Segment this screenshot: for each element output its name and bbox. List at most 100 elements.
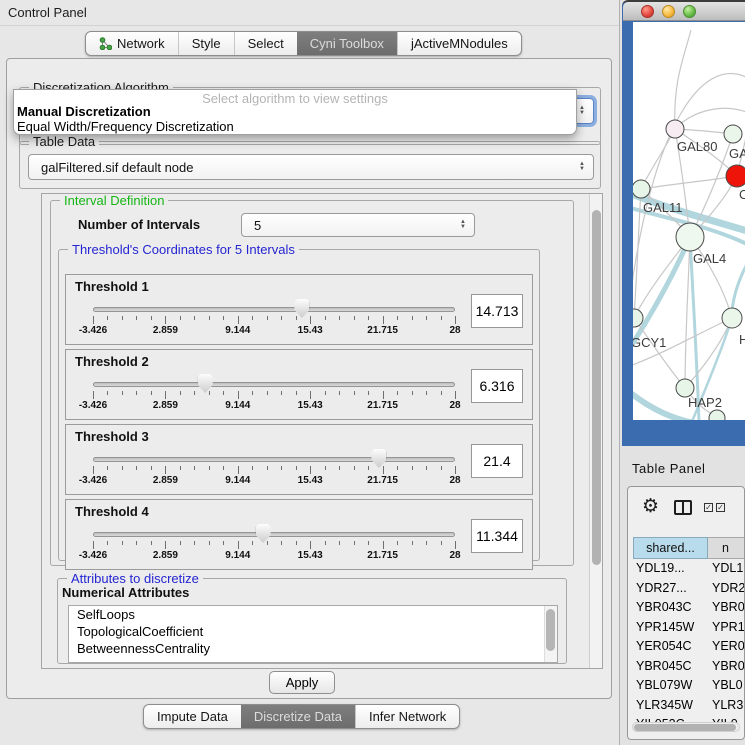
slider-ticks <box>93 541 455 550</box>
table-rows: YDL19...YDL1YDR27...YDR2YBR043CYBR0YPR14… <box>628 559 745 735</box>
popup-item[interactable]: Manual Discretization <box>17 104 151 119</box>
tab-network[interactable]: Network <box>86 32 178 55</box>
network-node-label: GA <box>729 146 745 161</box>
network-node-label: C <box>739 187 745 202</box>
table-row[interactable]: YBR043CYBR0 <box>628 598 745 618</box>
combo-stepper-icon: ▲▼ <box>460 220 466 230</box>
right-panel-area: GAL80GACGAL11GAL4GCY1HHAP2 Table Panel ⚙… <box>620 0 745 745</box>
table-row[interactable]: YDL19...YDL1 <box>628 559 745 579</box>
table-row[interactable]: YPR145WYPR1 <box>628 618 745 638</box>
table-data-combobox[interactable]: galFiltered.sif default node ▲▼ <box>28 154 594 180</box>
slider-tick-labels: -3.4262.8599.14415.4321.71528 <box>93 475 455 487</box>
threshold-value-field[interactable]: 6.316 <box>471 369 523 403</box>
thresholds-group: Threshold's Coordinates for 5 Intervals … <box>58 249 540 561</box>
vertical-scrollbar-thumb[interactable] <box>592 210 601 565</box>
control-panel-window: Control Panel ✕ NetworkStyleSelectCyni T… <box>0 0 620 745</box>
tab-jactivemnodules[interactable]: jActiveMNodules <box>397 32 521 55</box>
threshold-panel: Threshold 3-3.4262.8599.14415.4321.71528… <box>65 424 533 495</box>
minimize-traffic-light-icon[interactable] <box>662 5 675 18</box>
number-of-intervals-combobox[interactable]: 5 ▲▼ <box>241 213 475 237</box>
slider-track[interactable] <box>93 457 455 462</box>
zoom-traffic-light-icon[interactable] <box>683 5 696 18</box>
tab-label: Select <box>248 32 284 55</box>
tab-infer-network[interactable]: Infer Network <box>355 705 459 728</box>
numerical-attributes-label: Numerical Attributes <box>62 585 189 600</box>
table-data-label: Table Data <box>29 134 99 149</box>
cell-shared-name: YBR045C <box>636 657 692 677</box>
table-row[interactable]: YBL079WYBL0 <box>628 676 745 696</box>
table-row[interactable]: YDR27...YDR2 <box>628 579 745 599</box>
cell-shared-name: YBL079W <box>636 676 692 696</box>
apply-button[interactable]: Apply <box>269 671 335 694</box>
network-node[interactable] <box>726 165 745 187</box>
slider-ticks <box>93 316 455 325</box>
network-node-label: H <box>739 332 745 347</box>
tab-cyni-toolbox[interactable]: Cyni Toolbox <box>297 32 397 55</box>
tab-style[interactable]: Style <box>178 32 234 55</box>
list-scrollbar-track[interactable] <box>544 606 557 662</box>
network-node[interactable] <box>709 410 725 420</box>
settings-scrollpane: Interval Definition Number of Intervals … <box>41 193 603 669</box>
network-node[interactable] <box>724 125 742 143</box>
numerical-attributes-list[interactable]: SelfLoopsTopologicalCoefficientBetweenne… <box>68 605 558 663</box>
network-node-gcy1[interactable] <box>633 309 643 327</box>
window-title: Control Panel <box>8 0 87 26</box>
checkbox-icon[interactable]: ✓ <box>716 503 725 512</box>
cell-name: YER0 <box>712 637 745 657</box>
network-edge[interactable] <box>641 129 675 189</box>
table-row[interactable]: YER054C YER0 <box>628 637 745 657</box>
cell-name: YBR0 <box>712 657 745 677</box>
column-view-icon[interactable] <box>674 500 692 515</box>
cell-shared-name: YDL19... <box>636 559 685 579</box>
table-data-value: galFiltered.sif default node <box>41 155 193 181</box>
list-scrollbar-thumb[interactable] <box>546 609 555 651</box>
network-node-label: GAL11 <box>643 200 683 215</box>
table-row[interactable]: YLR345WYLR3 <box>628 696 745 716</box>
network-edge[interactable] <box>685 237 690 388</box>
threshold-value-field[interactable]: 14.713 <box>471 294 523 328</box>
horizontal-scrollbar-thumb[interactable] <box>634 724 736 731</box>
vertical-scrollbar-track[interactable] <box>589 194 602 668</box>
attribute-list-item[interactable]: BetweennessCentrality <box>69 640 557 657</box>
network-edge[interactable] <box>675 30 691 129</box>
slider-track[interactable] <box>93 307 455 312</box>
column-header-shared[interactable]: shared... <box>633 537 708 559</box>
close-traffic-light-icon[interactable] <box>641 5 654 18</box>
network-window-titlebar[interactable] <box>623 2 745 21</box>
network-edge[interactable] <box>732 257 745 312</box>
network-edge[interactable] <box>685 318 732 388</box>
network-node-gal11[interactable] <box>633 180 650 198</box>
column-header-name[interactable]: n <box>708 537 745 559</box>
attributes-group: Attributes to discretize Numerical Attri… <box>57 578 567 664</box>
network-node-gal4[interactable] <box>676 223 704 251</box>
cell-name: YDR2 <box>712 579 745 599</box>
threshold-title: Threshold 1 <box>75 279 149 294</box>
tab-discretize-data[interactable]: Discretize Data <box>241 705 355 728</box>
interval-definition-label: Interval Definition <box>60 193 168 208</box>
tab-impute-data[interactable]: Impute Data <box>144 705 241 728</box>
network-node-label: GCY1 <box>633 335 666 350</box>
thresholds-group-label: Threshold's Coordinates for 5 Intervals <box>68 242 299 257</box>
slider-track[interactable] <box>93 532 455 537</box>
threshold-panel: Threshold 1-3.4262.8599.14415.4321.71528… <box>65 274 533 345</box>
network-node-h[interactable] <box>722 308 742 328</box>
threshold-panel: Threshold 4-3.4262.8599.14415.4321.71528… <box>65 499 533 570</box>
checkbox-icon[interactable]: ✓ <box>704 503 713 512</box>
network-edge[interactable] <box>634 237 690 318</box>
horizontal-scrollbar-track[interactable] <box>632 722 740 732</box>
tab-select[interactable]: Select <box>234 32 297 55</box>
network-canvas[interactable]: GAL80GACGAL11GAL4GCY1HHAP2 <box>633 22 745 420</box>
slider-track[interactable] <box>93 382 455 387</box>
network-edge[interactable] <box>641 176 737 189</box>
table-row[interactable]: YBR045C YBR0 <box>628 657 745 677</box>
table-panel: ⚙ ✓ ✓ shared... n YDL19...YDL1YDR27...YD… <box>627 486 745 740</box>
attribute-list-item[interactable]: TopologicalCoefficient <box>69 623 557 640</box>
cell-shared-name: YER054C <box>636 637 692 657</box>
network-node-gal80[interactable] <box>666 120 684 138</box>
threshold-value-field[interactable]: 11.344 <box>471 519 523 553</box>
attribute-list-item[interactable]: SelfLoops <box>69 606 557 623</box>
threshold-value-field[interactable]: 21.4 <box>471 444 523 478</box>
popup-item[interactable]: Equal Width/Frequency Discretization <box>17 119 234 134</box>
gear-icon[interactable]: ⚙ <box>642 495 659 518</box>
network-icon <box>99 37 112 50</box>
